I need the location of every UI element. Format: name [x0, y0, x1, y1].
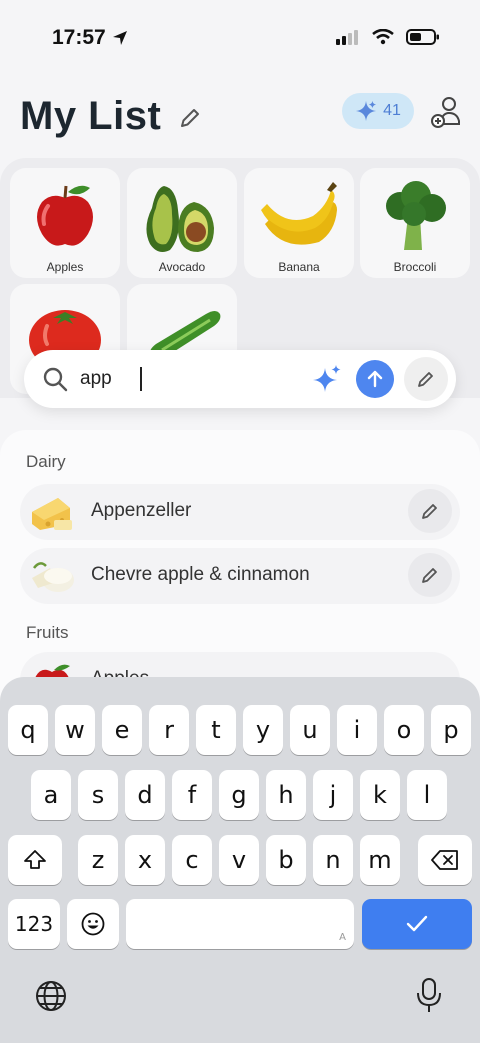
- row-edit-button[interactable]: [408, 489, 452, 533]
- banana-icon: [261, 182, 337, 245]
- section-label-fruits: Fruits: [26, 623, 69, 642]
- ai-credits-button[interactable]: 41: [342, 93, 414, 129]
- numbers-key[interactable]: 123: [8, 899, 60, 949]
- emoji-icon: [81, 912, 105, 936]
- pencil-icon: [422, 504, 437, 519]
- goat-cheese-icon: [32, 562, 74, 592]
- avocado-icon: [146, 186, 214, 252]
- add-user-icon[interactable]: [428, 94, 464, 130]
- key-o[interactable]: o: [384, 705, 424, 755]
- location-arrow-icon: [112, 31, 127, 45]
- pencil-icon: [422, 568, 437, 583]
- ai-sparkle-icon[interactable]: [312, 364, 342, 394]
- key-e[interactable]: e: [102, 705, 142, 755]
- key-n[interactable]: n: [313, 835, 353, 885]
- key-f[interactable]: f: [172, 770, 212, 820]
- search-bar: [24, 350, 456, 408]
- cheese-icon: [32, 498, 72, 530]
- grid-tile-label: Banana: [278, 260, 320, 274]
- edit-title-pencil-icon[interactable]: [178, 106, 202, 130]
- key-g[interactable]: g: [219, 770, 259, 820]
- grid-tile-avocado[interactable]: Avocado: [127, 168, 237, 278]
- status-time-group: 17:57: [52, 26, 128, 50]
- grid-tile-banana[interactable]: Banana: [244, 168, 354, 278]
- result-row-chevre[interactable]: Chevre apple & cinnamon: [20, 548, 460, 604]
- status-time: 17:57: [52, 26, 106, 49]
- key-a[interactable]: a: [31, 770, 71, 820]
- apple-icon: [37, 185, 93, 246]
- key-i[interactable]: i: [337, 705, 377, 755]
- grid-tile-label: Avocado: [158, 260, 206, 274]
- key-z[interactable]: z: [78, 835, 118, 885]
- key-y[interactable]: y: [243, 705, 283, 755]
- backspace-key[interactable]: [418, 835, 472, 885]
- broccoli-icon: [386, 181, 446, 250]
- space-key[interactable]: A: [126, 899, 354, 949]
- key-l[interactable]: l: [407, 770, 447, 820]
- emoji-key[interactable]: [67, 899, 119, 949]
- shift-icon: [24, 850, 46, 869]
- key-h[interactable]: h: [266, 770, 306, 820]
- section-label-dairy: Dairy: [26, 452, 66, 471]
- key-c[interactable]: c: [172, 835, 212, 885]
- pencil-icon: [418, 372, 433, 387]
- key-u[interactable]: u: [290, 705, 330, 755]
- key-p[interactable]: p: [431, 705, 471, 755]
- key-b[interactable]: b: [266, 835, 306, 885]
- result-row-label: Appenzeller: [91, 500, 192, 521]
- result-row-label: Chevre apple & cinnamon: [91, 564, 310, 585]
- key-r[interactable]: r: [149, 705, 189, 755]
- key-q[interactable]: q: [8, 705, 48, 755]
- status-icons: [336, 28, 440, 46]
- result-row-appenzeller[interactable]: Appenzeller: [20, 484, 460, 540]
- backspace-icon: [431, 850, 458, 870]
- onscreen-keyboard: q w e r t y u i o p a s d f g h j k l z …: [0, 677, 480, 1043]
- key-s[interactable]: s: [78, 770, 118, 820]
- key-w[interactable]: w: [55, 705, 95, 755]
- key-m[interactable]: m: [360, 835, 400, 885]
- submit-button[interactable]: [356, 360, 394, 398]
- key-k[interactable]: k: [360, 770, 400, 820]
- cellular-signal-icon: [336, 30, 358, 45]
- search-edit-button[interactable]: [404, 357, 448, 401]
- page-title: My List: [20, 94, 162, 138]
- space-key-hint: A: [339, 932, 346, 943]
- battery-icon: [406, 29, 439, 45]
- key-d[interactable]: d: [125, 770, 165, 820]
- grid-tile-label: Apples: [46, 260, 84, 274]
- globe-icon[interactable]: [34, 979, 68, 1013]
- wifi-icon: [372, 29, 394, 45]
- text-cursor: [140, 367, 142, 391]
- row-edit-button[interactable]: [408, 553, 452, 597]
- header: My List 41: [0, 88, 480, 148]
- sparkle-icon: [356, 100, 377, 122]
- microphone-icon[interactable]: [414, 977, 444, 1015]
- key-v[interactable]: v: [219, 835, 259, 885]
- key-t[interactable]: t: [196, 705, 236, 755]
- checkmark-icon: [406, 915, 428, 932]
- done-key[interactable]: [362, 899, 472, 949]
- search-icon: [43, 367, 68, 392]
- search-input[interactable]: [80, 363, 300, 395]
- status-bar: 17:57: [0, 0, 480, 78]
- credits-count: 41: [383, 102, 401, 119]
- key-j[interactable]: j: [313, 770, 353, 820]
- arrow-up-icon: [367, 370, 383, 388]
- grid-tile-apples[interactable]: Apples: [10, 168, 120, 278]
- shift-key[interactable]: [8, 835, 62, 885]
- grid-tile-label: Broccoli: [393, 260, 437, 274]
- grid-tile-broccoli[interactable]: Broccoli: [360, 168, 470, 278]
- key-x[interactable]: x: [125, 835, 165, 885]
